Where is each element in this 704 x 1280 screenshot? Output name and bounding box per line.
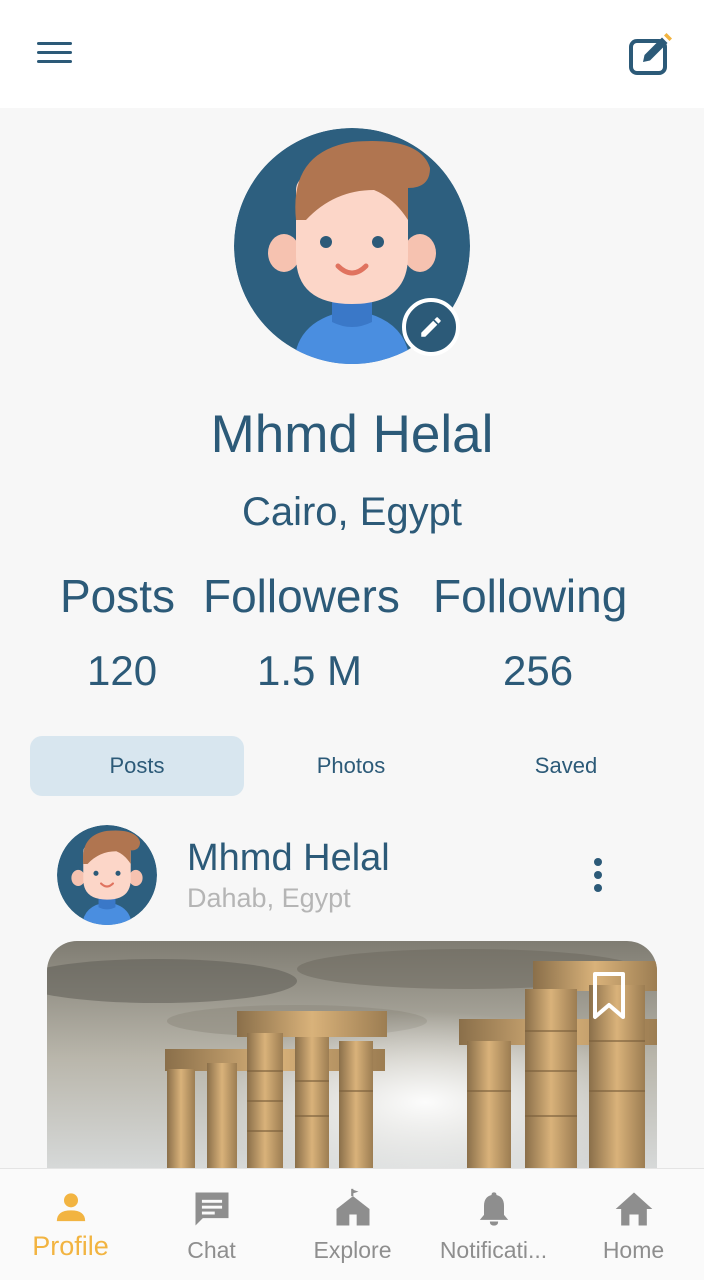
top-bar — [0, 0, 704, 108]
bookmark-icon — [593, 972, 625, 1019]
followers-count-label[interactable]: Followers — [203, 568, 400, 624]
bottom-navigation: Profile Chat Explore Notificati... Home — [0, 1168, 704, 1280]
profile-avatar — [234, 128, 470, 364]
change-avatar-button[interactable] — [402, 298, 460, 356]
more-dot — [594, 884, 602, 892]
nav-home-label: Home — [602, 1237, 665, 1263]
nav-explore-label: Explore — [313, 1237, 392, 1263]
avatar-illustration — [57, 825, 157, 925]
following-count-value: 256 — [503, 647, 574, 694]
profile-screen: Mhmd Helal Cairo, Egypt Posts Followers … — [0, 0, 704, 1280]
posts-count-label[interactable]: Posts — [60, 568, 175, 624]
menu-line — [37, 51, 72, 54]
nav-profile[interactable]: Profile — [0, 1169, 141, 1280]
bookmark-button[interactable] — [590, 970, 628, 1022]
bell-icon — [479, 1192, 508, 1226]
following-count-label[interactable]: Following — [433, 568, 627, 624]
post-more-options-button[interactable] — [586, 854, 610, 898]
nav-home[interactable]: Home — [563, 1169, 704, 1280]
post-author-avatar[interactable] — [57, 825, 157, 925]
nav-profile-label: Profile — [32, 1231, 109, 1261]
post-image[interactable] — [47, 941, 657, 1201]
home-icon — [615, 1192, 652, 1226]
nav-notifications[interactable]: Notificati... — [423, 1169, 564, 1280]
profile-name: Mhmd Helal — [210, 405, 494, 464]
person-icon — [56, 1193, 85, 1222]
pencil-icon — [421, 317, 441, 337]
post-location: Dahab, Egypt — [187, 883, 351, 913]
tab-photos[interactable]: Photos — [244, 736, 458, 796]
nav-notifications-label: Notificati... — [439, 1237, 548, 1263]
more-dot — [594, 858, 602, 866]
chat-icon — [195, 1192, 228, 1226]
tab-saved[interactable]: Saved — [459, 736, 673, 796]
explore-icon — [336, 1188, 369, 1226]
followers-count-value: 1.5 M — [257, 647, 363, 694]
menu-line — [37, 42, 72, 45]
nav-chat-label: Chat — [187, 1237, 236, 1263]
more-dot — [594, 871, 602, 879]
nav-chat[interactable]: Chat — [141, 1169, 282, 1280]
post-author-name[interactable]: Mhmd Helal — [187, 835, 390, 881]
posts-count-value: 120 — [87, 647, 158, 694]
edit-profile-button[interactable] — [624, 30, 676, 80]
edit-square-icon — [629, 33, 672, 75]
nav-explore[interactable]: Explore — [282, 1169, 423, 1280]
menu-button[interactable] — [32, 34, 78, 74]
temple-photo — [47, 941, 657, 1201]
menu-line — [37, 60, 72, 63]
tab-posts[interactable]: Posts — [30, 736, 244, 796]
profile-location: Cairo, Egypt — [241, 490, 463, 534]
